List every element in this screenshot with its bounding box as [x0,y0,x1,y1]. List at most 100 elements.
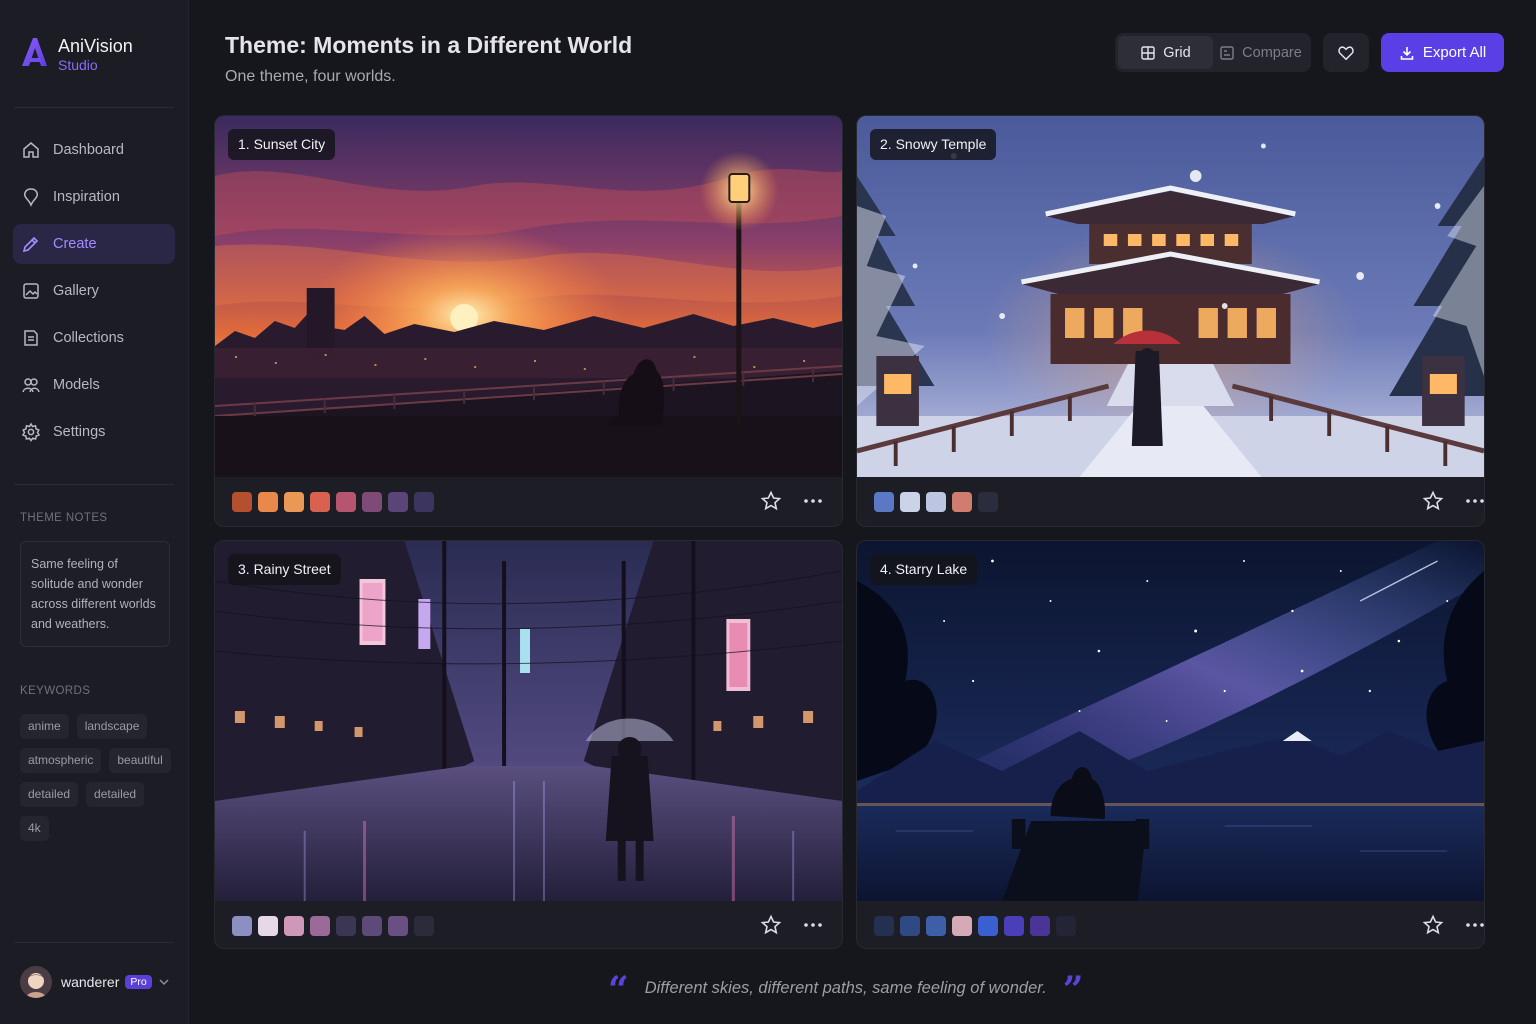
divider [14,942,174,943]
color-swatch[interactable] [414,916,434,936]
nav-item-collections[interactable]: Collections [13,318,175,358]
export-all-button[interactable]: Export All [1381,33,1504,72]
star-icon[interactable] [760,490,782,512]
keyword-tag[interactable]: 4k [20,816,49,841]
color-palette [232,492,434,512]
color-swatch[interactable] [874,492,894,512]
more-icon[interactable] [802,490,824,512]
color-swatch[interactable] [978,492,998,512]
main-nav: Dashboard Inspiration Create Gallery Col… [13,130,175,459]
nav-item-dashboard[interactable]: Dashboard [13,130,175,170]
image-card-snowy-temple[interactable]: 2. Snowy Temple [856,115,1485,527]
grid-label: Grid [1163,44,1191,61]
grid-icon [1141,45,1155,60]
color-swatch[interactable] [336,492,356,512]
star-icon[interactable] [1422,490,1444,512]
brand[interactable]: AniVision Studio [20,34,133,74]
color-swatch[interactable] [1056,916,1076,936]
color-swatch[interactable] [874,916,894,936]
color-swatch[interactable] [310,916,330,936]
grid-view-button[interactable]: Grid [1118,36,1213,69]
image-card-starry-lake[interactable]: 4. Starry Lake [856,540,1485,949]
nav-item-models[interactable]: Models [13,365,175,405]
more-icon[interactable] [802,914,824,936]
card-title-badge: 3. Rainy Street [228,554,341,585]
folder-icon [24,330,38,346]
color-swatch[interactable] [284,492,304,512]
keyword-tag[interactable]: anime [20,714,69,739]
home-icon [23,142,39,158]
keyword-tag[interactable]: detailed [20,782,79,807]
color-swatch[interactable] [978,916,998,936]
color-swatch[interactable] [362,916,382,936]
keyword-tag[interactable]: detailed [86,782,145,807]
image-card-sunset-city[interactable]: 1. Sunset City [214,115,843,527]
brand-name: AniVision [58,36,133,56]
theme-notes-label: THEME NOTES [20,512,108,524]
card-image[interactable]: 2. Snowy Temple [857,116,1484,477]
color-swatch[interactable] [258,916,278,936]
nav-item-settings[interactable]: Settings [13,412,175,452]
keyword-tag[interactable]: landscape [76,714,148,739]
nav-item-inspiration[interactable]: Inspiration [13,177,175,217]
compare-view-button[interactable]: Compare [1213,36,1308,69]
color-swatch[interactable] [952,492,972,512]
pencil-icon [22,236,39,253]
nav-label: Inspiration [53,189,120,205]
color-swatch[interactable] [388,492,408,512]
color-swatch[interactable] [310,492,330,512]
color-swatch[interactable] [284,916,304,936]
nav-item-create[interactable]: Create [13,224,175,264]
keywords-label: KEYWORDS [20,685,91,697]
color-swatch[interactable] [1004,916,1024,936]
more-icon[interactable] [1464,914,1485,936]
color-swatch[interactable] [900,492,920,512]
quote-close-mark: ” [1062,969,1084,1011]
export-label: Export All [1422,44,1487,61]
card-image[interactable]: 1. Sunset City [215,116,842,477]
more-icon[interactable] [1464,490,1485,512]
quote-text: Different skies, different paths, same f… [644,978,1047,997]
color-swatch[interactable] [388,916,408,936]
sidebar: AniVision Studio Dashboard Inspiration C… [0,0,189,1024]
color-swatch[interactable] [926,916,946,936]
heart-icon [1338,45,1354,60]
page-subtitle: One theme, four worlds. [225,68,396,85]
star-icon[interactable] [1422,914,1444,936]
color-swatch[interactable] [952,916,972,936]
color-swatch[interactable] [232,492,252,512]
chevron-down-icon[interactable] [158,976,170,988]
quote-open-mark: “ [608,969,629,1011]
models-icon [22,378,40,393]
divider [14,484,174,485]
color-swatch[interactable] [900,916,920,936]
keyword-tag[interactable]: atmospheric [20,748,102,773]
color-swatch[interactable] [414,492,434,512]
keywords-list: anime landscape atmospheric beautiful de… [20,714,180,841]
brand-sub: Studio [58,57,98,73]
nav-item-gallery[interactable]: Gallery [13,271,175,311]
color-swatch[interactable] [258,492,278,512]
color-swatch[interactable] [1030,916,1050,936]
color-swatch[interactable] [336,916,356,936]
page-title: Theme: Moments in a Different World [225,32,633,58]
image-card-rainy-street[interactable]: 3. Rainy Street [214,540,843,949]
color-swatch[interactable] [362,492,382,512]
favorite-button[interactable] [1323,33,1369,72]
compare-icon [1220,45,1234,60]
star-icon[interactable] [760,914,782,936]
image-icon [23,283,39,299]
color-swatch[interactable] [232,916,252,936]
bulb-icon [24,188,38,207]
divider [14,107,174,108]
card-title-badge: 2. Snowy Temple [870,129,997,160]
keyword-tag[interactable]: beautiful [109,748,171,773]
card-title-badge: 1. Sunset City [228,129,336,160]
card-image[interactable]: 3. Rainy Street [215,541,842,901]
user-menu[interactable]: wanderer Pro [20,966,170,998]
color-swatch[interactable] [926,492,946,512]
card-image[interactable]: 4. Starry Lake [857,541,1484,901]
card-footer [215,901,842,948]
download-icon [1400,46,1414,60]
nav-label: Create [53,236,97,252]
